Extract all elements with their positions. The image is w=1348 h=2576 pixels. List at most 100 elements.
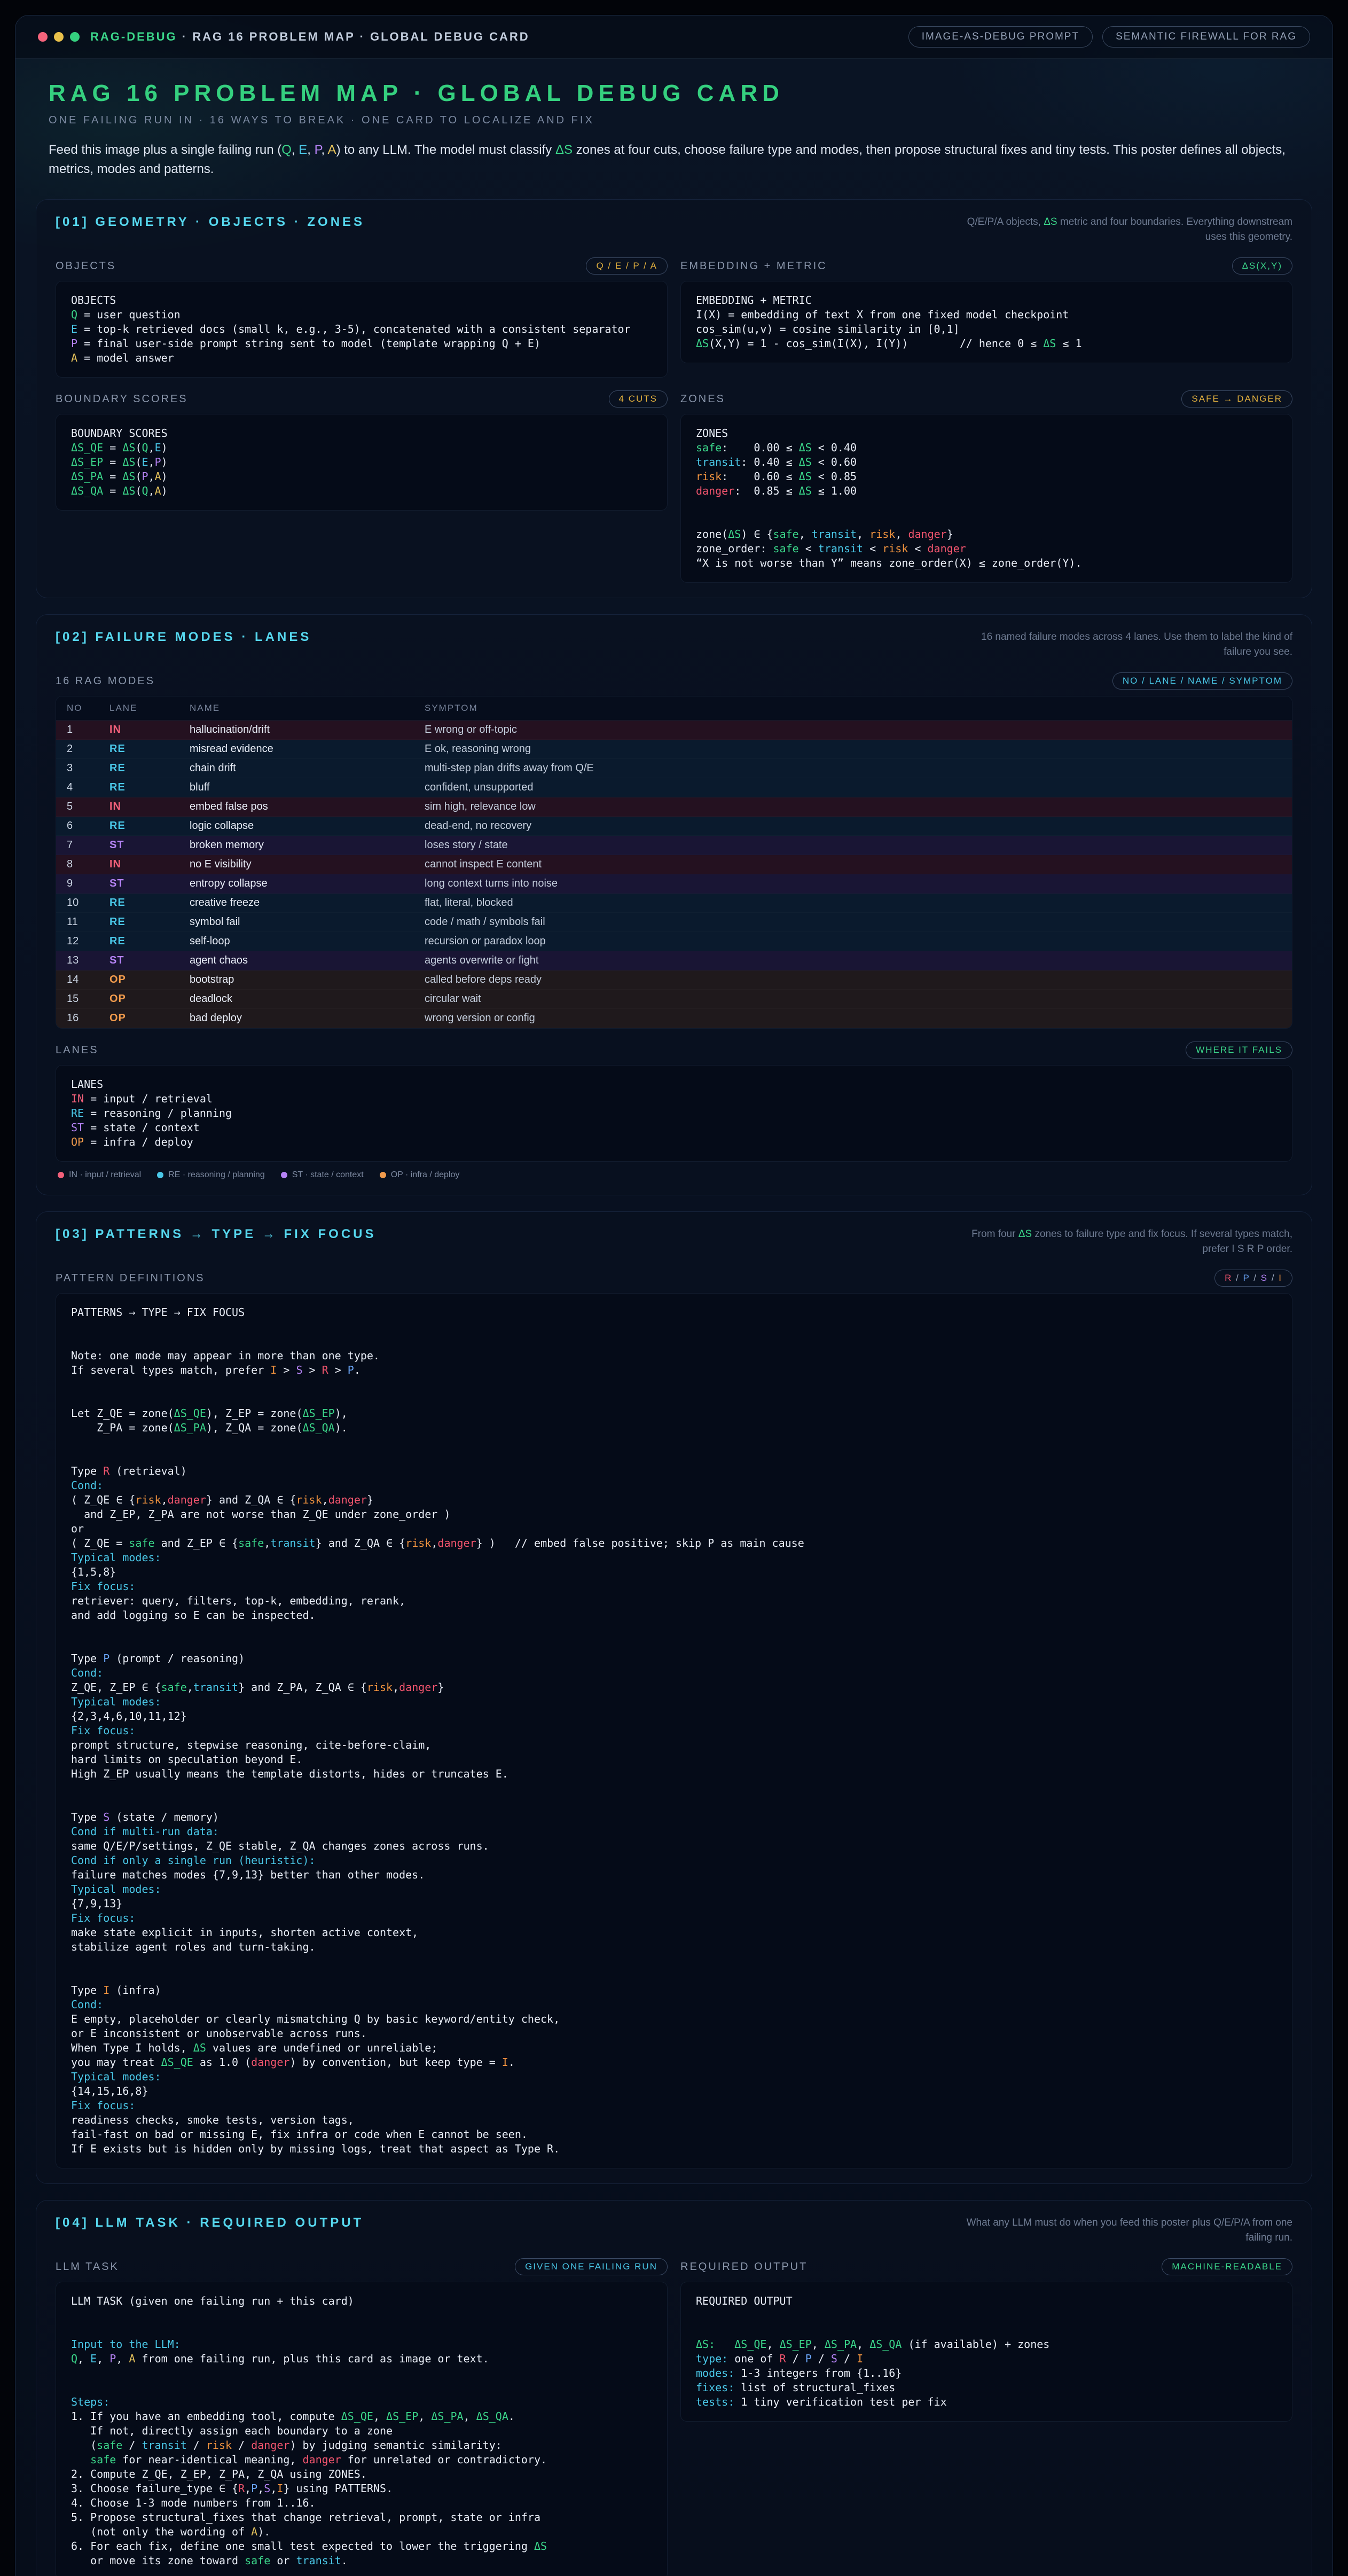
code-line: stabilize agent roles and turn-taking. bbox=[71, 1940, 1277, 1954]
panel-llm-task-badge: GIVEN ONE FAILING RUN bbox=[515, 2258, 668, 2275]
table-row: 12REself-looprecursion or paradox loop bbox=[56, 932, 1292, 951]
panel-zones: ZONES SAFE → DANGER ZONESsafe: 0.00 ≤ ΔS… bbox=[680, 390, 1292, 583]
panel-required-output-label: REQUIRED OUTPUT bbox=[680, 2261, 808, 2273]
boundary-code-block: BOUNDARY SCORESΔS_QE = ΔS(Q,E)ΔS_EP = ΔS… bbox=[56, 414, 668, 511]
section-llm-note: What any LLM must do when you feed this … bbox=[961, 2215, 1292, 2245]
code-line: retriever: query, filters, top-k, embedd… bbox=[71, 1594, 1277, 1608]
code-line: {14,15,16,8} bbox=[71, 2084, 1277, 2099]
code-line: ΔS: ΔS_QE, ΔS_EP, ΔS_PA, ΔS_QA (if avail… bbox=[696, 2337, 1277, 2352]
code-line bbox=[71, 1954, 1277, 1969]
code-line: PATTERNS → TYPE → FIX FOCUS bbox=[71, 1305, 1277, 1320]
window-controls bbox=[38, 32, 80, 42]
code-line: Let Z_QE = zone(ΔS_QE), Z_EP = zone(ΔS_E… bbox=[71, 1406, 1277, 1421]
panel-embedding-label: EMBEDDING + METRIC bbox=[680, 260, 827, 272]
lane-dot-icon bbox=[58, 1172, 64, 1178]
code-line: BOUNDARY SCORES bbox=[71, 426, 652, 441]
code-line: Z_PA = zone(ΔS_PA), Z_QA = zone(ΔS_QA). bbox=[71, 1421, 1277, 1435]
code-line: ZONES bbox=[696, 426, 1277, 441]
code-line: I(X) = embedding of text X from one fixe… bbox=[696, 308, 1277, 322]
code-line bbox=[71, 1320, 1277, 1334]
panel-objects-label: OBJECTS bbox=[56, 260, 116, 272]
column-symptom: SYMPTOM bbox=[414, 696, 1292, 721]
code-line: LANES bbox=[71, 1077, 1277, 1092]
table-row: 7STbroken memoryloses story / state bbox=[56, 836, 1292, 855]
code-line bbox=[71, 1781, 1277, 1796]
code-line: Fix focus: bbox=[71, 1579, 1277, 1594]
code-line: danger: 0.85 ≤ ΔS ≤ 1.00 bbox=[696, 484, 1277, 498]
table-row: 16OPbad deploywrong version or config bbox=[56, 1009, 1292, 1028]
code-line bbox=[71, 2366, 652, 2381]
close-window-icon[interactable] bbox=[38, 32, 48, 42]
code-line: modes: 1-3 integers from {1..16} bbox=[696, 2366, 1277, 2381]
code-line: RE = reasoning / planning bbox=[71, 1106, 1277, 1121]
code-line: and add logging so E can be inspected. bbox=[71, 1608, 1277, 1623]
panel-required-output-badge: MACHINE-READABLE bbox=[1162, 2258, 1292, 2275]
lane-legend-chip: IN · input / retrieval bbox=[58, 1170, 141, 1180]
hero: RAG 16 PROBLEM MAP · GLOBAL DEBUG CARD O… bbox=[15, 59, 1333, 199]
table-row: 15OPdeadlockcircular wait bbox=[56, 990, 1292, 1009]
section-llm-title: [04] LLM TASK · REQUIRED OUTPUT bbox=[56, 2215, 364, 2230]
code-line: Cond: bbox=[71, 1478, 1277, 1493]
code-line bbox=[696, 2323, 1277, 2337]
panel-llm-task-label: LLM TASK bbox=[56, 2261, 119, 2273]
code-line bbox=[71, 1796, 1277, 1810]
code-line bbox=[71, 1969, 1277, 1983]
panel-embedding-metric: EMBEDDING + METRIC ΔS(X,Y) EMBEDDING + M… bbox=[680, 257, 1292, 363]
table-row: 11REsymbol failcode / math / symbols fai… bbox=[56, 913, 1292, 932]
panel-lanes: LANES WHERE IT FAILS LANESIN = input / r… bbox=[56, 1042, 1292, 1180]
code-line: Q, E, P, A from one failing run, plus th… bbox=[71, 2352, 652, 2366]
code-line: risk: 0.60 ≤ ΔS < 0.85 bbox=[696, 469, 1277, 484]
code-line: EMBEDDING + METRIC bbox=[696, 293, 1277, 308]
lanes-code-block: LANESIN = input / retrievalRE = reasonin… bbox=[56, 1065, 1292, 1162]
code-line bbox=[71, 2381, 652, 2395]
modes-table: NO LANE NAME SYMPTOM 1INhallucination/dr… bbox=[56, 696, 1292, 1028]
code-line: or bbox=[71, 1522, 1277, 1536]
lane-legend-chip: OP · infra / deploy bbox=[380, 1170, 460, 1180]
panel-lanes-label: LANES bbox=[56, 1044, 99, 1056]
code-line: and Z_EP, Z_PA are not worse than Z_QE u… bbox=[71, 1507, 1277, 1522]
code-line: Fix focus: bbox=[71, 2099, 1277, 2113]
table-row: 10REcreative freezeflat, literal, blocke… bbox=[56, 894, 1292, 913]
code-line: P = final user-side prompt string sent t… bbox=[71, 336, 652, 351]
code-line: Type I (infra) bbox=[71, 1983, 1277, 1998]
window-title: RAG-DEBUG · RAG 16 PROBLEM MAP · GLOBAL … bbox=[90, 30, 530, 44]
code-line: readiness checks, smoke tests, version t… bbox=[71, 2113, 1277, 2127]
table-row: 5INembed false possim high, relevance lo… bbox=[56, 797, 1292, 817]
code-line bbox=[71, 1435, 1277, 1450]
code-line: A = model answer bbox=[71, 351, 652, 365]
code-line: ΔS_QE = ΔS(Q,E) bbox=[71, 441, 652, 455]
code-line: ΔS_PA = ΔS(P,A) bbox=[71, 469, 652, 484]
code-line: High Z_EP usually means the template dis… bbox=[71, 1767, 1277, 1781]
code-line: If several types match, prefer I > S > R… bbox=[71, 1363, 1277, 1377]
code-line: If E exists but is hidden only by missin… bbox=[71, 2142, 1277, 2156]
code-line: Fix focus: bbox=[71, 1911, 1277, 1925]
objects-code-block: OBJECTSQ = user questionE = top-k retrie… bbox=[56, 281, 668, 378]
minimize-window-icon[interactable] bbox=[54, 32, 64, 42]
code-line bbox=[71, 1377, 1277, 1392]
table-row: 8INno E visibilitycannot inspect E conte… bbox=[56, 855, 1292, 874]
lane-dot-icon bbox=[380, 1172, 386, 1178]
code-line bbox=[696, 2308, 1277, 2323]
code-line: make state explicit in inputs, shorten a… bbox=[71, 1925, 1277, 1940]
section-geometry-title: [01] GEOMETRY · OBJECTS · ZONES bbox=[56, 215, 365, 230]
code-line bbox=[71, 2308, 652, 2323]
column-no: NO bbox=[56, 696, 99, 721]
llm-task-code-block: LLM TASK (given one failing run + this c… bbox=[56, 2282, 668, 2576]
code-line: tests: 1 tiny verification test per fix bbox=[696, 2395, 1277, 2409]
debug-card: RAG-DEBUG · RAG 16 PROBLEM MAP · GLOBAL … bbox=[15, 15, 1333, 2576]
code-line: 1. If you have an embedding tool, comput… bbox=[71, 2409, 652, 2424]
section-geometry: [01] GEOMETRY · OBJECTS · ZONES Q/E/P/A … bbox=[36, 199, 1312, 598]
code-line: type: one of R / P / S / I bbox=[696, 2352, 1277, 2366]
code-line: Typical modes: bbox=[71, 1551, 1277, 1565]
lane-dot-icon bbox=[157, 1172, 163, 1178]
code-line: Type R (retrieval) bbox=[71, 1464, 1277, 1478]
section-geometry-note: Q/E/P/A objects, ΔS metric and four boun… bbox=[961, 215, 1292, 245]
code-line: “X is not worse than Y” means zone_order… bbox=[696, 556, 1277, 570]
page-title: RAG 16 PROBLEM MAP · GLOBAL DEBUG CARD bbox=[49, 80, 1299, 107]
maximize-window-icon[interactable] bbox=[70, 32, 80, 42]
code-line: Typical modes: bbox=[71, 1882, 1277, 1897]
code-line: ΔS_EP = ΔS(E,P) bbox=[71, 455, 652, 469]
code-line: ΔS_QA = ΔS(Q,A) bbox=[71, 484, 652, 498]
panel-rag-modes-badge: NO / LANE / NAME / SYMPTOM bbox=[1112, 672, 1292, 690]
section-modes-note: 16 named failure modes across 4 lanes. U… bbox=[961, 630, 1292, 660]
